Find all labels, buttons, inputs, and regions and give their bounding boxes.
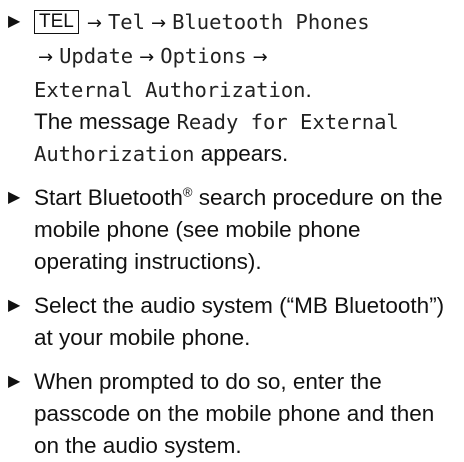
step-body: TEL → Tel → Bluetooth Phones → Update → Options… [34,6,456,170]
arrow-icon: → [86,13,102,34]
step-body: Start Bluetooth® search procedure on the… [34,182,456,278]
step-text: When prompted to do so, enter the passco… [34,369,435,458]
menu-path-line-3: External Authorization. [34,74,456,106]
arrow-icon: → [150,13,167,34]
bullet-arrow-icon: ▶ [8,373,21,390]
instruction-step-tel-path: ▶ TEL → Tel → Bluetooth Phones → Update → Optio… [8,6,456,170]
menu-item-tel: Tel [107,10,145,34]
message-line-1: The message Ready for External Authoriza… [34,106,456,170]
step-text-pre: Start Bluetooth [34,185,183,210]
arrow-icon: → [38,47,54,68]
arrow-icon: → [252,47,268,68]
message-prefix: The message [34,109,171,134]
bullet-arrow-icon: ▶ [8,297,21,314]
menu-item-options: Options [160,44,247,68]
menu-item-bluetooth-phones: Bluetooth Phones [172,10,370,34]
menu-path-line-2: → Update → Options → [34,40,456,74]
menu-item-update: Update [59,44,134,68]
arrow-icon: → [139,47,155,68]
menu-path-line-1: TEL → Tel → Bluetooth Phones [34,6,456,40]
message-suffix: appears. [200,141,289,166]
bullet-arrow-icon: ▶ [8,189,21,206]
bullet-arrow-icon: ▶ [8,13,21,30]
path-period: . [305,77,312,102]
menu-item-external-authorization: External Authorization [34,78,306,102]
instruction-step-select-audio: ▶ Select the audio system (“MB Bluetooth… [8,290,456,354]
instruction-page: ▶ TEL → Tel → Bluetooth Phones → Update → Optio… [0,0,464,458]
registered-mark: ® [182,184,193,200]
instruction-step-enter-passcode: ▶ When prompted to do so, enter the pass… [8,366,456,462]
step-text: Select the audio system (“MB Bluetooth”)… [34,293,445,350]
tel-key-button[interactable]: TEL [34,10,79,34]
instruction-step-start-search: ▶ Start Bluetooth® search procedure on t… [8,182,456,278]
